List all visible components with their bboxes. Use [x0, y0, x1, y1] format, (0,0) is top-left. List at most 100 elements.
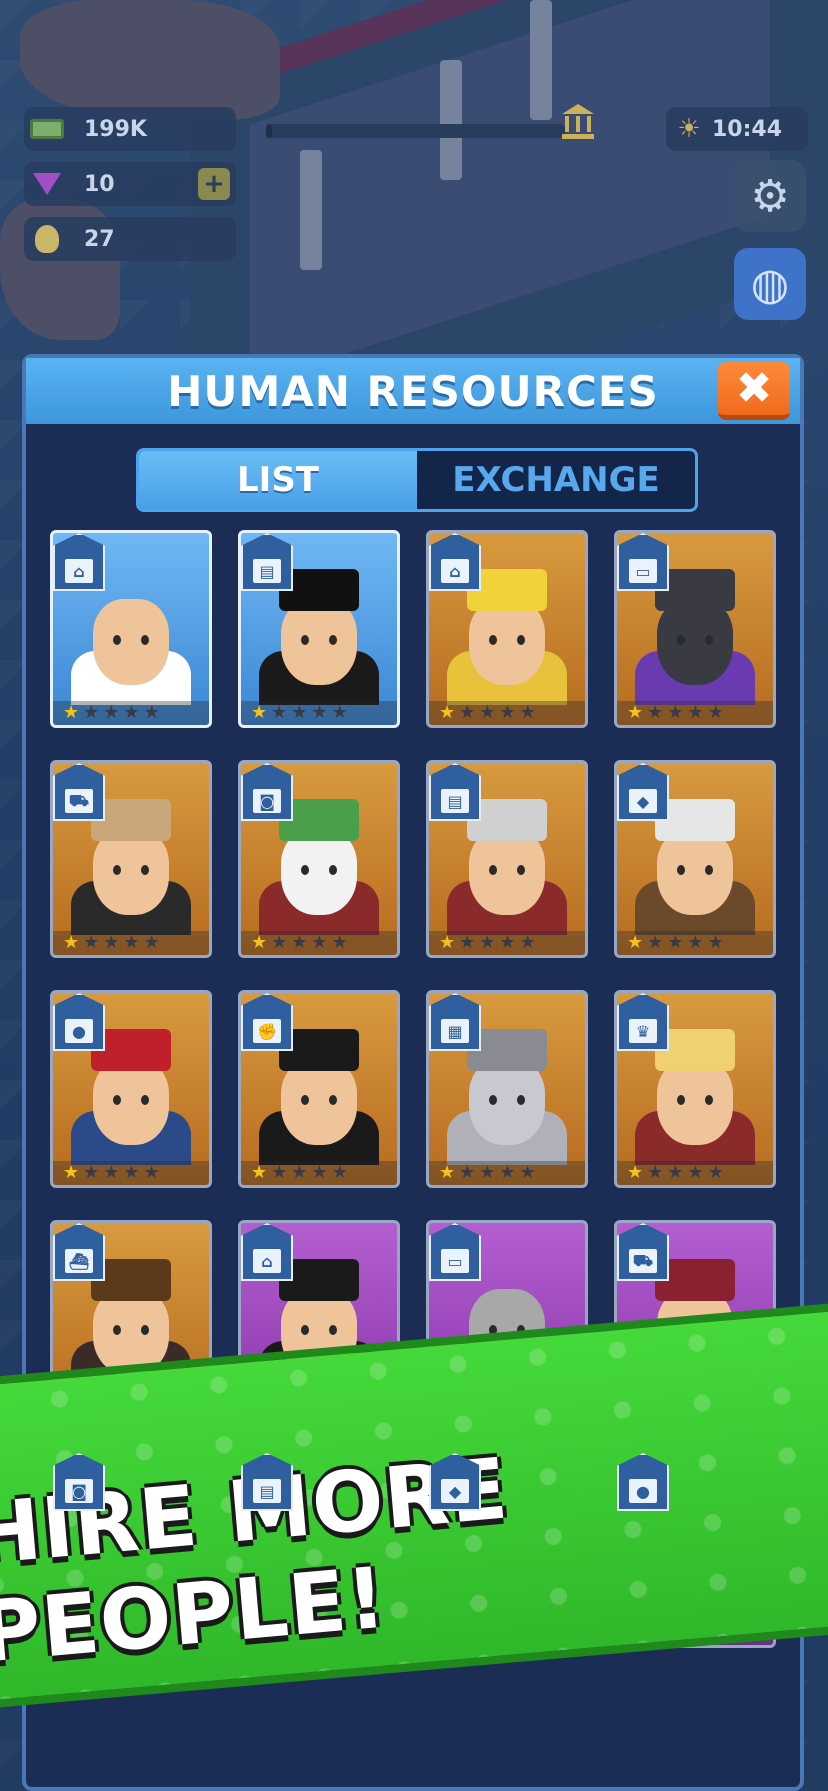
- portrait-eye: [517, 865, 525, 875]
- star-icon: ★: [499, 1162, 516, 1183]
- tab-list[interactable]: LIST: [139, 451, 417, 509]
- employee-card[interactable]: ◙★★★★★: [238, 760, 400, 958]
- role-badge: ♛: [617, 993, 669, 1051]
- ideas-value: 27: [84, 226, 115, 252]
- star-icon: ★: [83, 1162, 100, 1183]
- star-icon: ★: [143, 1162, 160, 1183]
- dialog-header: HUMAN RESOURCES ✖: [26, 358, 800, 424]
- star-icon: ★: [123, 932, 140, 953]
- employee-card[interactable]: ⛟★★★★★: [50, 760, 212, 958]
- language-button[interactable]: ◍: [734, 248, 806, 320]
- star-rating: ★★★★★: [53, 1161, 209, 1185]
- portrait-eye: [329, 1095, 337, 1105]
- portrait-head: [469, 599, 545, 685]
- washer-icon: ◙: [65, 1479, 93, 1503]
- portrait-eye: [489, 1095, 497, 1105]
- star-icon: ★: [627, 932, 644, 953]
- star-icon: ★: [271, 1162, 288, 1183]
- star-icon: ★: [479, 1162, 496, 1183]
- close-icon: ✖: [735, 363, 773, 414]
- bank-desk-icon: ⌂: [441, 559, 469, 583]
- fist-icon: ✊: [253, 1019, 281, 1043]
- star-icon: ★: [647, 932, 664, 953]
- star-icon: ★: [83, 702, 100, 723]
- portrait-eye: [113, 865, 121, 875]
- employee-card[interactable]: ▤★★★★★: [426, 760, 588, 958]
- clock-display: ☀ 10:44: [666, 107, 808, 151]
- star-icon: ★: [627, 1162, 644, 1183]
- gem-value: 10: [84, 171, 115, 197]
- portrait-eye: [141, 635, 149, 645]
- employee-card[interactable]: ◆★★★★★: [614, 760, 776, 958]
- star-icon: ★: [63, 1162, 80, 1183]
- portrait-eye: [301, 1095, 309, 1105]
- cabinet-icon: ▦: [441, 1019, 469, 1043]
- role-badge: ⌂: [241, 1223, 293, 1281]
- atm-icon: ▤: [441, 789, 469, 813]
- portrait-eye: [489, 865, 497, 875]
- tab-exchange[interactable]: EXCHANGE: [417, 451, 695, 509]
- drop-icon: ●: [629, 1479, 657, 1503]
- portrait-eye: [141, 1095, 149, 1105]
- star-icon: ★: [459, 1162, 476, 1183]
- star-icon: ★: [271, 932, 288, 953]
- star-rating: ★★★★★: [429, 1161, 585, 1185]
- star-icon: ★: [291, 932, 308, 953]
- star-icon: ★: [311, 932, 328, 953]
- star-rating: ★★★★★: [617, 1161, 773, 1185]
- star-icon: ★: [63, 702, 80, 723]
- star-rating: ★★★★★: [241, 931, 397, 955]
- employee-card[interactable]: ✊ ★ ★ ★ ★ ★: [238, 990, 400, 1188]
- portrait-eye: [141, 1325, 149, 1335]
- star-icon: ★: [707, 702, 724, 723]
- diamond-icon: ◆: [441, 1479, 469, 1503]
- star-rating: ★★★★★: [617, 701, 773, 725]
- star-icon: ★: [667, 932, 684, 953]
- employee-card[interactable]: ♛ ★ ★ ★ ★ ★: [614, 990, 776, 1188]
- portrait-head: [281, 1059, 357, 1145]
- dialog-title: HUMAN RESOURCES: [167, 366, 659, 416]
- cart-icon: ⛟: [65, 789, 93, 813]
- employee-card[interactable]: ⌂★★★★★: [426, 530, 588, 728]
- settings-button[interactable]: ⚙: [734, 160, 806, 232]
- star-icon: ★: [519, 702, 536, 723]
- cart-icon: ⛟: [629, 1249, 657, 1273]
- portrait-head: [657, 829, 733, 915]
- star-icon: ★: [331, 932, 348, 953]
- portrait-head: [469, 1059, 545, 1145]
- portrait-head: [93, 829, 169, 915]
- employee-card[interactable]: ▦ ★ ★ ★ ★ ★: [426, 990, 588, 1188]
- star-icon: ★: [687, 702, 704, 723]
- portrait-eye: [329, 865, 337, 875]
- portrait-eye: [705, 635, 713, 645]
- portrait-eye: [677, 865, 685, 875]
- employee-card[interactable]: ⌂★★★★★: [50, 530, 212, 728]
- buy-gems-button[interactable]: +: [198, 168, 230, 200]
- bank-icon: [562, 104, 594, 139]
- drop-icon: ●: [65, 1019, 93, 1043]
- portrait-eye: [677, 635, 685, 645]
- employee-card[interactable]: ▤ ★★★★★: [238, 530, 400, 728]
- portrait-eye: [517, 635, 525, 645]
- star-icon: ★: [647, 702, 664, 723]
- star-icon: ★: [83, 932, 100, 953]
- clock-value: 10:44: [712, 116, 783, 142]
- bank-desk-icon: ⌂: [253, 1249, 281, 1273]
- portrait-head: [657, 1059, 733, 1145]
- role-badge: ▤: [429, 763, 481, 821]
- close-button[interactable]: ✖: [718, 362, 790, 420]
- portrait-eye: [141, 865, 149, 875]
- star-icon: ★: [479, 702, 496, 723]
- star-rating: ★★★★★: [241, 701, 397, 725]
- employee-card[interactable]: ● ★★★★★: [50, 990, 212, 1188]
- portrait-head: [281, 829, 357, 915]
- atm-icon: ▤: [253, 559, 281, 583]
- portrait-eye: [113, 635, 121, 645]
- star-icon: ★: [479, 932, 496, 953]
- cash-value: 199K: [84, 116, 147, 142]
- role-badge: ⛟: [53, 763, 105, 821]
- employee-card[interactable]: ▭★★★★★: [614, 530, 776, 728]
- promo-banner-text: HIRE MORE PEOPLE!: [0, 1439, 513, 1682]
- star-icon: ★: [707, 932, 724, 953]
- diamond-icon: ◆: [629, 789, 657, 813]
